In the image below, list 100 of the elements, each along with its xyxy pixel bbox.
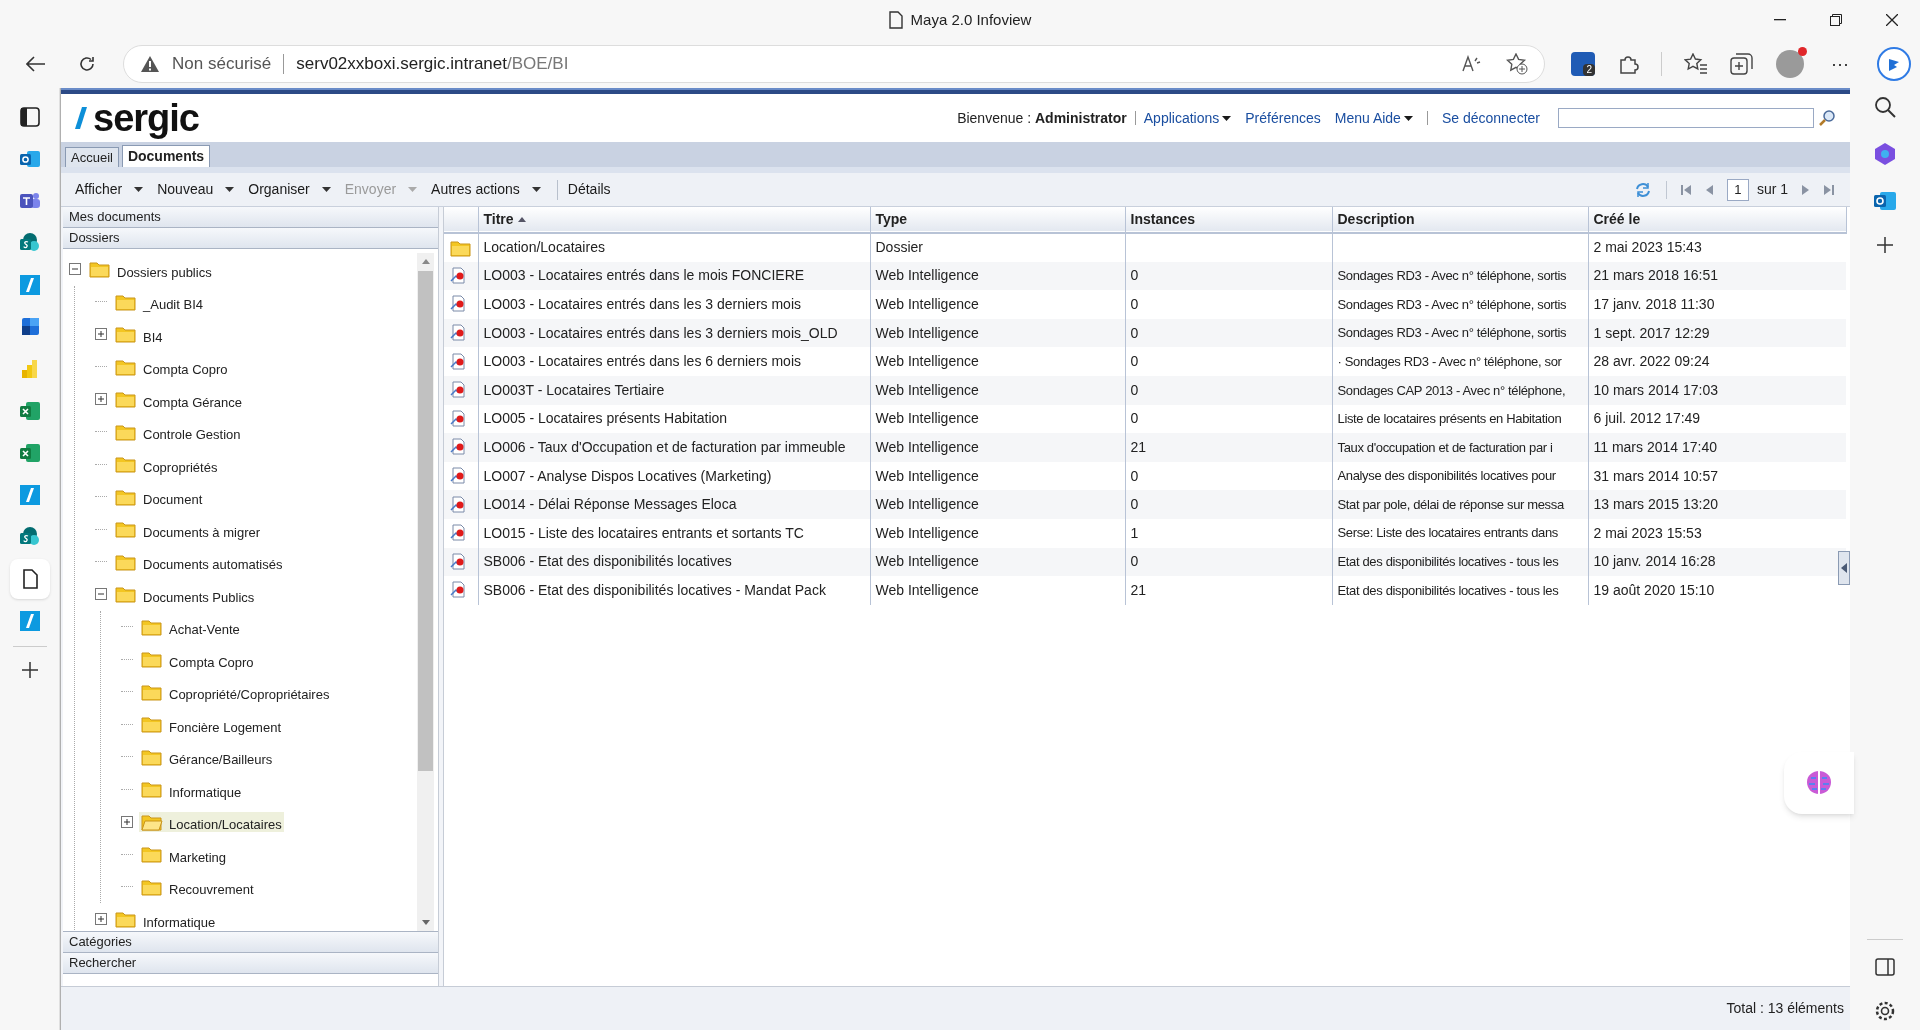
- slash-app-icon[interactable]: [18, 610, 41, 632]
- settings-icon[interactable]: [1874, 1000, 1896, 1022]
- document-link[interactable]: LO003 - Locataires entrés dans les 6 derniers mois: [483, 353, 801, 370]
- last-page-icon[interactable]: [1824, 184, 1834, 195]
- header-link[interactable]: Préférences: [1245, 107, 1321, 129]
- maximize-icon[interactable]: [1830, 14, 1842, 26]
- scrollbar[interactable]: [417, 253, 434, 931]
- refresh-icon[interactable]: [1633, 181, 1652, 198]
- caret-icon[interactable]: [1403, 115, 1413, 121]
- tab[interactable]: Documents: [121, 145, 211, 167]
- toolbar-button[interactable]: Détails: [563, 179, 615, 200]
- add-icon[interactable]: [1876, 236, 1894, 254]
- back-icon[interactable]: [25, 56, 46, 72]
- expand-toggle[interactable]: [95, 328, 107, 341]
- document-link[interactable]: LO015 - Liste des locataires entrants et sortants TC: [483, 524, 804, 541]
- header-link[interactable]: Applications: [1143, 107, 1220, 129]
- outlook-icon[interactable]: [1873, 190, 1897, 212]
- document-link[interactable]: SB006 - Etat des disponibilités locatives - Mandat Pack: [483, 581, 826, 598]
- document-link[interactable]: LO003 - Locataires entrés dans le mois FONCIERE: [483, 267, 805, 284]
- panel-header[interactable]: Dossiers: [63, 228, 438, 249]
- outlook-icon[interactable]: [18, 148, 41, 170]
- document-link[interactable]: Location/Locataires: [483, 239, 605, 256]
- excel-icon[interactable]: [18, 442, 41, 464]
- extension-icon[interactable]: 2: [1571, 52, 1595, 76]
- folder-item[interactable]: Marketing: [169, 841, 227, 867]
- expand-toggle[interactable]: [95, 393, 107, 406]
- collapse-toggle[interactable]: [95, 588, 107, 601]
- read-aloud-icon[interactable]: [1462, 55, 1482, 73]
- excel-icon[interactable]: [18, 400, 41, 422]
- add-icon[interactable]: [20, 661, 39, 679]
- panel-header[interactable]: Mes documents: [63, 207, 438, 228]
- tab[interactable]: Accueil: [65, 147, 119, 167]
- column-header[interactable]: Instances: [1130, 209, 1196, 230]
- next-page-icon[interactable]: [1802, 184, 1810, 195]
- folder-item[interactable]: Dossiers publics: [117, 256, 212, 282]
- tabs-icon[interactable]: [18, 106, 41, 128]
- folder-item[interactable]: Controle Gestion: [143, 419, 241, 445]
- folder-item[interactable]: Copropriété/Copropriétaires: [169, 679, 330, 705]
- search-field[interactable]: [1558, 108, 1814, 128]
- document-link[interactable]: LO007 - Analyse Dispos Locatives (Marketing): [483, 467, 772, 484]
- slash-app-icon[interactable]: [18, 484, 41, 506]
- hexagon-app-icon[interactable]: [1873, 142, 1897, 166]
- collapse-toggle[interactable]: [69, 263, 81, 276]
- column-header[interactable]: Créé le: [1593, 209, 1641, 230]
- minimize-icon[interactable]: [1774, 19, 1786, 21]
- page-field[interactable]: 1: [1726, 178, 1749, 201]
- expand-toggle[interactable]: [95, 913, 107, 926]
- document-link[interactable]: LO003 - Locataires entrés dans les 3 derniers mois: [483, 296, 801, 312]
- column-header[interactable]: Titre: [483, 209, 514, 230]
- folder-item[interactable]: Location/Locataires: [169, 809, 282, 835]
- toolbar-button[interactable]: Organiser: [244, 179, 314, 200]
- folder-item[interactable]: Compta Copro: [169, 646, 254, 672]
- document-link[interactable]: LO014 - Délai Réponse Messages Eloca: [483, 496, 737, 513]
- sharepoint-icon[interactable]: [18, 232, 41, 254]
- document-link[interactable]: LO003T - Locataires Tertiaire: [483, 381, 665, 398]
- profile-avatar[interactable]: [1776, 50, 1804, 78]
- previous-page-icon[interactable]: [1704, 184, 1713, 195]
- folder-item[interactable]: Recouvrement: [169, 874, 254, 900]
- first-page-icon[interactable]: [1680, 184, 1691, 195]
- sidebar-icon[interactable]: [1875, 958, 1895, 976]
- slash-app-icon[interactable]: [18, 274, 41, 296]
- folder-item[interactable]: BI4: [143, 321, 163, 347]
- favorites-icon[interactable]: [1684, 53, 1708, 75]
- bing-icon[interactable]: [1876, 46, 1912, 82]
- more-button[interactable]: ···: [1826, 55, 1854, 73]
- search-icon[interactable]: [1874, 96, 1896, 118]
- document-link[interactable]: SB006 - Etat des disponibilités locatives: [483, 553, 732, 570]
- folder-item[interactable]: Documents automatisés: [143, 549, 283, 575]
- caret-icon[interactable]: [531, 187, 541, 192]
- column-header[interactable]: Description: [1337, 209, 1415, 230]
- folder-item[interactable]: Document: [143, 484, 203, 510]
- panel-header[interactable]: Catégories: [63, 932, 438, 953]
- folder-item[interactable]: Documents à migrer: [143, 516, 261, 542]
- favorite-add-icon[interactable]: [1506, 53, 1528, 75]
- folder-item[interactable]: Compta Copro: [143, 354, 228, 380]
- expand-toggle[interactable]: [121, 815, 133, 828]
- sharepoint-icon[interactable]: [18, 526, 41, 548]
- folder-item[interactable]: Copropriétés: [143, 451, 218, 477]
- document-link[interactable]: LO006 - Taux d'Occupation et de facturation par immeuble: [483, 438, 846, 455]
- toolbar-button[interactable]: Afficher: [71, 179, 127, 200]
- folder-item[interactable]: Documents Publics: [143, 581, 255, 607]
- puzzle-icon[interactable]: [1617, 53, 1639, 75]
- document-link[interactable]: LO003 - Locataires entrés dans les 3 derniers mois_OLD: [483, 324, 838, 341]
- folder-item[interactable]: Compta Gérance: [143, 386, 242, 412]
- toolbar-button[interactable]: Nouveau: [153, 179, 218, 200]
- search-icon[interactable]: [1818, 109, 1836, 127]
- header-link[interactable]: Menu Aide: [1334, 107, 1401, 129]
- folder-item[interactable]: Achat-Vente: [169, 614, 240, 640]
- caret-icon[interactable]: [1222, 115, 1232, 121]
- caret-icon[interactable]: [225, 187, 235, 192]
- column-header[interactable]: Type: [875, 209, 908, 230]
- folder-item[interactable]: Foncière Logement: [169, 711, 281, 737]
- caret-icon[interactable]: [134, 187, 144, 192]
- folder-item[interactable]: _Audit BI4: [143, 289, 203, 315]
- caret-icon[interactable]: [321, 187, 331, 192]
- close-icon[interactable]: [1886, 14, 1898, 26]
- collections-icon[interactable]: [1730, 53, 1754, 75]
- address-bar[interactable]: Non sécurisé serv02xxboxi.sergic.intranet/BOE/BI: [123, 45, 1545, 83]
- panel-header[interactable]: Rechercher: [63, 953, 438, 974]
- logout-link[interactable]: Se déconnecter: [1441, 107, 1540, 129]
